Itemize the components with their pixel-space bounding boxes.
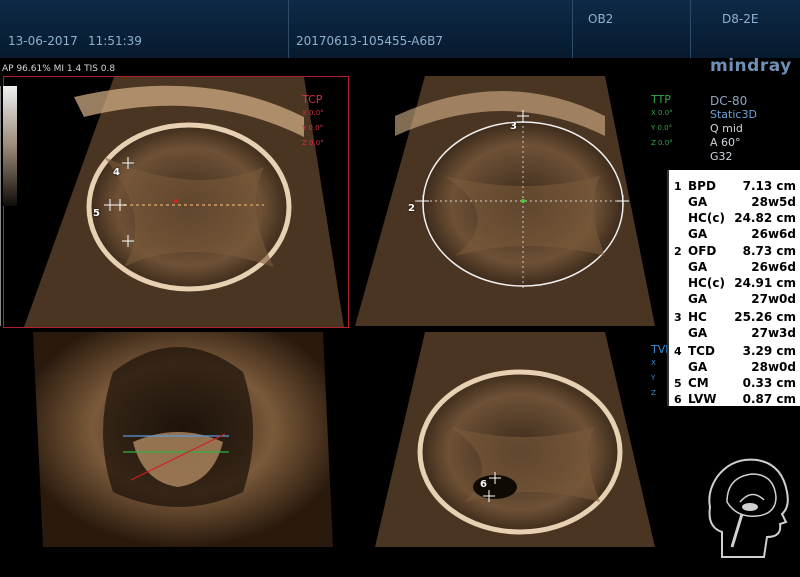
plane-label-tcp: TCP X 0.0° Y 0.0° Z 0.0°	[302, 93, 324, 148]
preset-label[interactable]: OB2	[588, 12, 613, 26]
acoustic-status: AP 96.61% MI 1.4 TIS 0.8	[2, 64, 116, 74]
exam-time: 11:51:39	[88, 34, 142, 48]
probe-label[interactable]: D8-2E	[722, 12, 758, 26]
measurement-row: HC(c) 24.82 cm	[688, 211, 796, 225]
header-separator	[690, 0, 691, 58]
plane-label-ttp: TTP X 0.0° Y 0.0° Z 0.0°	[651, 93, 673, 148]
header-separator	[572, 0, 573, 58]
imaging-mode: Static3D	[710, 108, 757, 121]
gain-setting: G32	[710, 150, 733, 163]
measurement-row: GA 27w0d	[688, 292, 796, 306]
quality-setting: Q mid	[710, 122, 743, 135]
brand-logo: mindray	[710, 56, 792, 76]
tcp-view[interactable]	[3, 76, 349, 328]
measurement-row: 5 CM 0.33 cm	[674, 376, 796, 390]
measurement-row: 3 HC 25.26 cm	[674, 310, 796, 324]
caliper-marker-3[interactable]: 3	[510, 121, 517, 132]
tvp-view[interactable]	[355, 332, 655, 547]
measurement-row: 2 OFD 8.73 cm	[674, 244, 796, 258]
header-separator	[288, 0, 289, 58]
measurement-row: GA 28w5d	[688, 195, 796, 209]
measurement-panel[interactable]: 1 BPD 7.13 cm GA 28w5d HC(c) 24.82 cm GA 26w6…	[667, 170, 800, 406]
angle-setting: A 60°	[710, 136, 741, 149]
coronal-view[interactable]	[3, 332, 347, 547]
ttp-view[interactable]	[355, 76, 655, 326]
measurement-row: GA 28w0d	[688, 360, 796, 374]
caliper-marker-6[interactable]: 6	[480, 479, 487, 490]
measurement-row: 4 TCD 3.29 cm	[674, 344, 796, 358]
measurement-row: 1 BPD 7.13 cm	[674, 179, 796, 193]
caliper-marker-4[interactable]: 4	[113, 167, 120, 178]
measurement-row: 6 LVW 0.87 cm	[674, 392, 796, 406]
measurement-row: HC(c) 24.91 cm	[688, 276, 796, 290]
grayscale-bar	[3, 86, 17, 206]
exam-date: 13-06-2017	[8, 34, 78, 48]
measurement-row: GA 26w6d	[688, 260, 796, 274]
caliper-marker-5[interactable]: 5	[93, 208, 100, 219]
imaging-params: DC-80 Static3D Q mid A 60° G32	[710, 94, 757, 164]
header-bar: 13-06-2017 11:51:39 20170613-105455-A6B7…	[0, 0, 800, 58]
probe-model: DC-80	[710, 94, 748, 108]
caliper-marker-2[interactable]: 2	[408, 203, 415, 214]
measurement-row: GA 26w6d	[688, 227, 796, 241]
exam-id: 20170613-105455-A6B7	[296, 34, 443, 48]
head-orientation-icon	[702, 452, 794, 562]
measurement-row: GA 27w3d	[688, 326, 796, 340]
